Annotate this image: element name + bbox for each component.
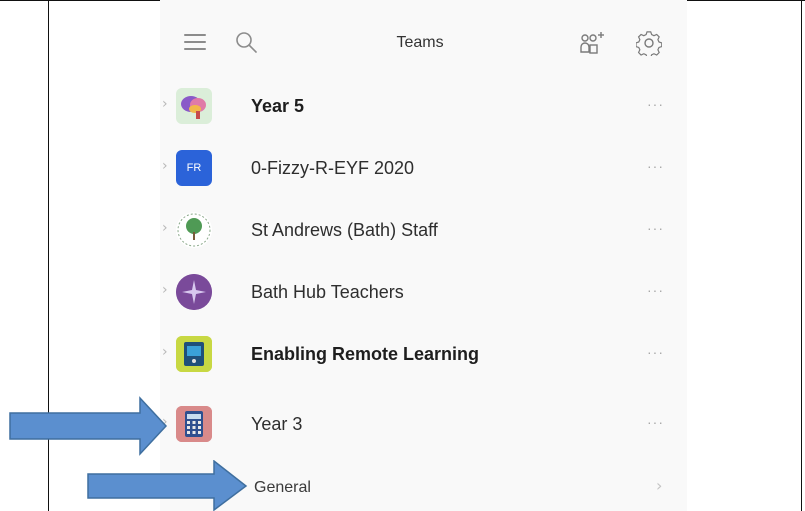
teams-screenshot: Teams › Year 5 ··· › FR 0-Fizzy-R-EYF 20… <box>160 0 687 511</box>
more-options-icon[interactable]: ··· <box>647 282 664 298</box>
chevron-right-icon[interactable]: › <box>162 220 168 236</box>
chevron-right-icon[interactable]: › <box>162 96 168 112</box>
team-avatar-calculator <box>176 406 212 442</box>
search-icon[interactable] <box>234 30 258 54</box>
more-options-icon[interactable]: ··· <box>647 220 664 236</box>
team-name: 0-Fizzy-R-EYF 2020 <box>251 158 415 178</box>
team-row-enabling-remote-learning[interactable]: › Enabling Remote Learning ··· <box>160 322 687 384</box>
chevron-right-icon[interactable]: › <box>162 344 168 360</box>
team-name: Year 3 <box>251 414 303 434</box>
chevron-right-icon[interactable]: › <box>656 476 662 495</box>
join-create-team-icon[interactable] <box>578 30 606 56</box>
team-name: Year 5 <box>251 96 305 116</box>
team-avatar-purple-star <box>176 274 212 310</box>
team-row-fizzy[interactable]: › FR 0-Fizzy-R-EYF 2020 ··· <box>160 136 687 198</box>
more-options-icon[interactable]: ··· <box>647 414 664 430</box>
team-row-bath-hub[interactable]: › Bath Hub Teachers ··· <box>160 260 687 322</box>
team-avatar-laptop <box>176 336 212 372</box>
channel-name: General <box>254 479 311 496</box>
more-options-icon[interactable]: ··· <box>647 344 664 360</box>
team-name: St Andrews (Bath) Staff <box>251 220 438 240</box>
team-name: Bath Hub Teachers <box>251 282 404 302</box>
chevron-right-icon[interactable]: › <box>162 158 168 174</box>
table-border-top-left <box>0 0 160 1</box>
more-options-icon[interactable]: ··· <box>647 158 664 174</box>
hamburger-menu-icon[interactable] <box>184 34 206 52</box>
pointer-arrow-icon <box>9 396 168 456</box>
team-avatar-brain <box>176 88 212 124</box>
settings-gear-icon[interactable] <box>636 30 662 56</box>
more-options-icon[interactable]: ··· <box>647 96 664 112</box>
avatar-initials: FR <box>186 162 202 174</box>
team-row-year-3[interactable]: › Year 3 ··· <box>160 392 687 454</box>
team-name: Enabling Remote Learning <box>251 344 480 364</box>
team-row-st-andrews[interactable]: › St Andrews (Bath) Staff ··· <box>160 198 687 260</box>
table-border-right <box>801 0 802 511</box>
table-border-top-right <box>687 0 805 1</box>
pointer-arrow-icon <box>87 460 248 511</box>
team-avatar-initials: FR <box>176 150 212 186</box>
team-avatar-tree-logo <box>176 212 212 248</box>
chevron-right-icon[interactable]: › <box>162 282 168 298</box>
team-row-year-5[interactable]: › Year 5 ··· <box>160 74 687 136</box>
page-title: Teams <box>396 34 444 51</box>
teams-header: Teams <box>160 0 687 80</box>
